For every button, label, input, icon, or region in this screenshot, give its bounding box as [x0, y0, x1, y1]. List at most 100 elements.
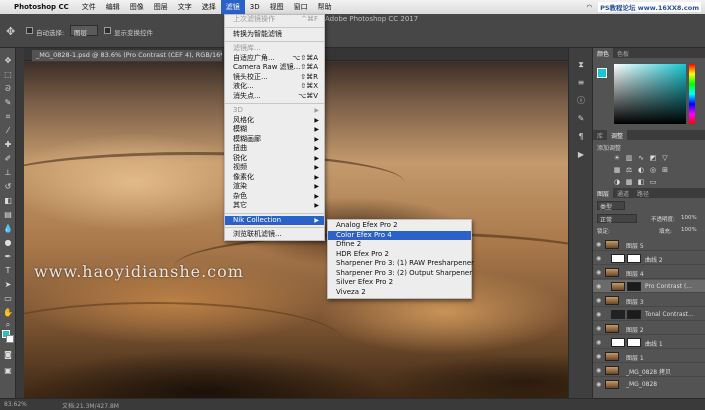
layer-mask-thumbnail[interactable] — [627, 338, 641, 347]
channel-mixer-icon[interactable]: ⊞ — [661, 166, 669, 174]
visibility-eye-icon[interactable]: ◉ — [596, 255, 601, 262]
visibility-eye-icon[interactable]: ◉ — [596, 283, 601, 290]
layer-row[interactable]: ◉ Pro Contrast (... — [593, 280, 705, 293]
visibility-eye-icon[interactable]: ◉ — [596, 241, 601, 248]
filter-menu-item[interactable]: 像素化 ▶ — [225, 173, 324, 183]
layer-mask-thumbnail[interactable] — [627, 282, 641, 291]
layer-row[interactable]: ◉ _MG_0828 拷贝 — [593, 364, 705, 377]
dodge-icon[interactable]: ● — [2, 238, 14, 248]
tab-layers[interactable]: 图层 — [593, 188, 614, 198]
marquee-icon[interactable]: ⬚ — [2, 70, 14, 80]
history-brush-icon[interactable]: ↺ — [2, 182, 14, 192]
nik-menu-item[interactable]: Sharpener Pro 3: (2) Output Sharpener — [328, 269, 472, 279]
background-color-swatch[interactable] — [6, 335, 14, 343]
black-white-icon[interactable]: ◐ — [637, 166, 645, 174]
layer-row[interactable]: ◉ 图层 4 — [593, 266, 705, 279]
document-size[interactable]: 文档:21.3M/427.8M — [62, 401, 119, 410]
panel-foreground-swatch[interactable] — [597, 68, 607, 78]
filter-menu-item[interactable]: 模糊画廊 ▶ — [225, 135, 324, 145]
healing-brush-icon[interactable]: ✚ — [2, 140, 14, 150]
visibility-eye-icon[interactable]: ◉ — [596, 339, 601, 346]
color-balance-icon[interactable]: ⚖ — [625, 166, 633, 174]
visibility-eye-icon[interactable]: ◉ — [596, 381, 601, 388]
tab-swatches[interactable]: 色板 — [613, 48, 633, 58]
tab-libraries[interactable]: 库 — [593, 130, 607, 140]
quick-select-icon[interactable]: ✎ — [2, 98, 14, 108]
pen-icon[interactable]: ✒ — [2, 252, 14, 262]
gradient-map-icon[interactable]: ▭ — [649, 178, 657, 186]
hue-slider[interactable] — [689, 64, 695, 124]
layer-row[interactable]: ◉ 曲线 2 — [593, 252, 705, 265]
eyedropper-icon[interactable]: ⁄ — [2, 126, 14, 136]
visibility-eye-icon[interactable]: ◉ — [596, 367, 601, 374]
zoom-icon[interactable]: ⌕ — [2, 320, 14, 330]
layer-kind-filter[interactable]: 类型 — [597, 201, 625, 211]
opacity-value[interactable]: 100% — [681, 215, 697, 221]
filter-menu-item[interactable]: Camera Raw 滤镜... ⇧⌘A — [225, 63, 324, 73]
screen-mode-icon[interactable]: ▣ — [2, 366, 14, 376]
filter-menu-item[interactable]: 渲染 ▶ — [225, 182, 324, 192]
nik-menu-item[interactable]: Sharpener Pro 3: (1) RAW Presharpener — [328, 259, 474, 269]
curves-icon[interactable]: ∿ — [637, 154, 645, 162]
nik-menu-item[interactable]: Viveza 2 — [328, 288, 471, 298]
blur-icon[interactable]: 💧 — [2, 224, 14, 234]
menu-window[interactable]: 窗口 — [289, 0, 313, 14]
layer-row[interactable]: ◉ 曲线 1 — [593, 336, 705, 349]
auto-select-dropdown[interactable]: 图层 — [70, 25, 98, 37]
crop-icon[interactable]: ⌗ — [2, 112, 14, 122]
layer-row[interactable]: ◉ 图层 1 — [593, 350, 705, 363]
tab-adjustments[interactable]: 调整 — [607, 130, 628, 140]
exposure-icon[interactable]: ◩ — [649, 154, 657, 162]
menu-3d[interactable]: 3D — [245, 0, 265, 14]
filter-menu-item[interactable]: 风格化 ▶ — [225, 116, 324, 126]
move-icon[interactable]: ✥ — [2, 56, 14, 66]
brush-icon[interactable]: ✐ — [2, 154, 14, 164]
layer-mask-thumbnail[interactable] — [627, 254, 641, 263]
menu-select[interactable]: 选择 — [197, 0, 221, 14]
tab-color[interactable]: 颜色 — [593, 48, 614, 58]
tab-paths[interactable]: 路径 — [633, 188, 653, 198]
zoom-level[interactable]: 83.62% — [4, 401, 27, 408]
visibility-eye-icon[interactable]: ◉ — [596, 297, 601, 304]
visibility-eye-icon[interactable]: ◉ — [596, 325, 601, 332]
menu-file[interactable]: 文件 — [77, 0, 101, 14]
lasso-icon[interactable]: ᘐ — [2, 84, 14, 94]
layer-row[interactable]: ◉ Tonal Contrast... — [593, 308, 705, 321]
layer-mask-thumbnail[interactable] — [627, 310, 641, 319]
vibrance-icon[interactable]: ▽ — [661, 154, 669, 162]
layer-row[interactable]: ◉ 图层 5 — [593, 238, 705, 251]
menu-filter[interactable]: 滤镜 — [220, 0, 245, 14]
nik-menu-item[interactable]: HDR Efex Pro 2 — [328, 250, 471, 260]
menu-edit[interactable]: 编辑 — [101, 0, 125, 14]
photo-filter-icon[interactable]: ◎ — [649, 166, 657, 174]
paragraph-panel-icon[interactable]: ¶ — [576, 132, 586, 142]
threshold-icon[interactable]: ◧ — [637, 178, 645, 186]
filter-menu-item[interactable]: Nik Collection ▶ — [225, 215, 324, 225]
filter-menu-item[interactable]: 其它 ▶ — [225, 201, 324, 211]
auto-select-checkbox[interactable] — [26, 27, 33, 34]
nik-menu-item[interactable]: Analog Efex Pro 2 — [328, 221, 471, 231]
hand-icon[interactable]: ✋ — [2, 308, 14, 318]
info-panel-icon[interactable]: ⓘ — [576, 96, 586, 106]
clone-stamp-icon[interactable]: ⊥ — [2, 168, 14, 178]
invert-icon[interactable]: ◑ — [613, 178, 621, 186]
filter-menu-item[interactable]: 浏览联机滤镜... — [225, 230, 324, 240]
filter-menu-item[interactable]: 锐化 ▶ — [225, 154, 324, 164]
history-panel-icon[interactable]: ⧗ — [576, 60, 586, 70]
actions-panel-icon[interactable]: ▶ — [576, 150, 586, 160]
nik-menu-item[interactable]: Dfine 2 — [328, 240, 471, 250]
visibility-eye-icon[interactable]: ◉ — [596, 269, 601, 276]
filter-menu-item[interactable]: 转换为智能滤镜 — [225, 30, 324, 40]
path-select-icon[interactable]: ➤ — [2, 280, 14, 290]
layer-row[interactable]: ◉ _MG_0828 — [593, 378, 705, 390]
menu-layer[interactable]: 图层 — [149, 0, 173, 14]
fill-value[interactable]: 100% — [681, 227, 697, 233]
layer-row[interactable]: ◉ 图层 2 — [593, 322, 705, 335]
filter-menu-item[interactable]: 杂色 ▶ — [225, 192, 324, 202]
color-picker-field[interactable] — [614, 64, 686, 124]
posterize-icon[interactable]: ▩ — [625, 178, 633, 186]
menu-view[interactable]: 视图 — [265, 0, 289, 14]
hue-saturation-icon[interactable]: ▦ — [613, 166, 621, 174]
blend-mode-dropdown[interactable]: 正常 — [597, 214, 637, 224]
filter-menu-item[interactable]: 液化... ⇧⌘X — [225, 82, 324, 92]
